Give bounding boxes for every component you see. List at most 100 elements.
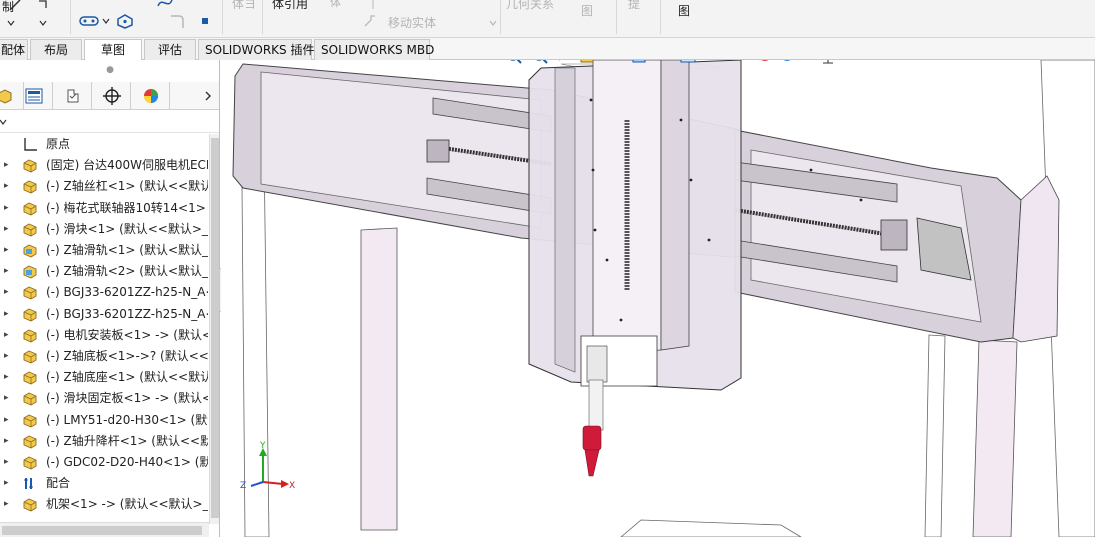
dropdown-icon[interactable]: [100, 12, 112, 30]
scrollbar-thumb[interactable]: [2, 526, 202, 535]
tree-item[interactable]: ▸ (-) GDC02-D20-H40<1> (默: [0, 452, 210, 473]
tree-filter-row[interactable]: [0, 111, 219, 133]
view-settings-icon[interactable]: [821, 60, 835, 64]
view-orientation-icon[interactable]: [632, 60, 646, 63]
tree-item-label: (-) Z轴底板<1>->? (默认<<默: [46, 349, 208, 363]
move-entities-label[interactable]: 移动实体: [388, 14, 436, 31]
tab-layout[interactable]: 布局: [30, 39, 82, 60]
expand-arrow-icon[interactable]: ▸: [4, 282, 14, 303]
tree-item-label: (固定) 台达400W伺服电机ECM: [46, 158, 208, 173]
tree-horizontal-scrollbar[interactable]: [0, 522, 209, 537]
dropdown-icon[interactable]: [4, 14, 18, 32]
dimxpert-tab[interactable]: [93, 82, 131, 109]
expand-arrow-icon[interactable]: ▸: [4, 494, 14, 515]
property-manager-tab[interactable]: [15, 82, 53, 109]
polygon-icon[interactable]: [116, 12, 134, 30]
tree-item[interactable]: ▸ (-) Z轴滑轨<1> (默认<默认_显: [0, 240, 210, 261]
graphics-area[interactable]: Y X Z: [221, 60, 1095, 537]
part-icon: [22, 285, 38, 300]
tab-solidworks-addins[interactable]: SOLIDWORKS 插件: [198, 39, 314, 60]
ribbon-label-1[interactable]: 体ヨ: [232, 0, 256, 12]
display-manager-tab[interactable]: [132, 82, 170, 109]
expand-arrow-icon[interactable]: ▸: [4, 325, 14, 346]
part-icon: [22, 455, 38, 470]
tree-item[interactable]: ▸ (-) LMY51-d20-H30<1> (默认: [0, 410, 210, 431]
tree-item[interactable]: ▸ (-) Z轴滑轨<2> (默认<默认_显: [0, 261, 210, 282]
scrollbar-thumb[interactable]: [211, 138, 219, 518]
tree-item[interactable]: ▸ (-) 滑块固定板<1> -> (默认<: [0, 388, 210, 409]
move-entities-icon[interactable]: [362, 12, 380, 30]
section-view-icon[interactable]: [580, 60, 594, 63]
zoom-to-fit-icon[interactable]: [508, 60, 522, 64]
expand-arrow-icon[interactable]: ▸: [4, 198, 14, 219]
tree-item-label: (-) Z轴升降杆<1> (默认<<默: [46, 433, 208, 448]
panel-expand-icon[interactable]: [196, 82, 219, 109]
frame-bottom: [620, 519, 802, 537]
configuration-manager-tab[interactable]: [54, 82, 92, 109]
fillet-icon[interactable]: [168, 12, 186, 30]
spline-icon[interactable]: [156, 0, 174, 12]
frame-leg-right: [972, 339, 1018, 537]
tree-item[interactable]: ▸ (-) BGJ33-6201ZZ-h25-N_A<: [0, 304, 210, 325]
tab-evaluate[interactable]: 评估: [144, 39, 196, 60]
tree-item[interactable]: ▸ (-) 电机安装板<1> -> (默认<: [0, 325, 210, 346]
tree-item[interactable]: ▸ (-) Z轴升降杆<1> (默认<<默: [0, 431, 210, 452]
expand-arrow-icon[interactable]: ▸: [4, 346, 14, 367]
expand-arrow-icon[interactable]: ▸: [4, 155, 14, 176]
expand-arrow-icon[interactable]: ▸: [4, 431, 14, 452]
expand-arrow-icon[interactable]: ▸: [4, 240, 14, 261]
tab-sketch[interactable]: 草图: [84, 39, 142, 60]
tree-item[interactable]: ▸ (-) 梅花式联轴器10转14<1>: [0, 198, 210, 219]
expand-arrow-icon[interactable]: ▸: [4, 176, 14, 197]
dropdown-icon[interactable]: [34, 14, 52, 32]
z-rail-plate: [660, 60, 690, 351]
expand-arrow-icon[interactable]: ▸: [4, 261, 14, 282]
point-icon[interactable]: [198, 12, 212, 30]
tree-item-label: (-) Z轴滑轨<2> (默认<默认_显: [46, 264, 208, 279]
ribbon-label-0[interactable]: 制: [2, 0, 14, 15]
ribbon-label-8[interactable]: 图: [678, 2, 690, 19]
frame-leg-left: [360, 227, 398, 531]
part-icon: [22, 222, 38, 237]
bearing-block-left: [426, 139, 450, 163]
tree-item[interactable]: 原点: [0, 134, 210, 155]
filter-dropdown-icon[interactable]: [0, 117, 8, 127]
expand-arrow-icon[interactable]: ▸: [4, 473, 14, 494]
mirror-icon[interactable]: [364, 0, 382, 12]
ribbon-label-7[interactable]: 提: [628, 0, 640, 12]
tree-item[interactable]: ▸ 配合: [0, 473, 210, 494]
tab-solidworks-mbd[interactable]: SOLIDWORKS MBD: [314, 39, 434, 60]
tree-vertical-scrollbar[interactable]: [209, 134, 219, 524]
bearing-block-right: [880, 219, 908, 251]
scene-icon[interactable]: [781, 60, 793, 61]
expand-arrow-icon[interactable]: ▸: [4, 367, 14, 388]
ribbon-label-2[interactable]: 体引用: [272, 0, 308, 12]
tree-item[interactable]: ▸ (固定) 台达400W伺服电机ECM: [0, 155, 210, 176]
appearance-icon[interactable]: [759, 60, 772, 61]
ribbon-label-6[interactable]: 图: [581, 2, 593, 19]
tree-item[interactable]: ▸ 机架<1> -> (默认<<默认>_显示: [0, 494, 210, 515]
arrow-icon[interactable]: [34, 0, 52, 14]
tab-assembly[interactable]: 配体: [0, 39, 28, 60]
expand-arrow-icon[interactable]: ▸: [4, 388, 14, 409]
panel-grip-icon[interactable]: ●: [0, 60, 219, 80]
zoom-area-icon[interactable]: [534, 60, 548, 64]
tree-item[interactable]: ▸ (-) 滑块<1> (默认<<默认>_显: [0, 219, 210, 240]
ribbon-label-3[interactable]: 体: [330, 0, 341, 10]
relations-label[interactable]: 几何关系: [506, 0, 554, 12]
expand-arrow-icon[interactable]: ▸: [4, 452, 14, 473]
part-icon: [22, 370, 38, 385]
dropdown-icon[interactable]: [488, 14, 498, 32]
tree-item[interactable]: ▸ (-) BGJ33-6201ZZ-h25-N_A<: [0, 282, 210, 303]
tree-item-label: (-) LMY51-d20-H30<1> (默认: [46, 412, 208, 427]
slot-icon[interactable]: [78, 12, 100, 30]
display-style-icon[interactable]: [680, 60, 696, 63]
tree-item[interactable]: ▸ (-) Z轴底座<1> (默认<<默认: [0, 367, 210, 388]
expand-arrow-icon[interactable]: ▸: [4, 219, 14, 240]
tree-item[interactable]: ▸ (-) Z轴底板<1>->? (默认<<默: [0, 346, 210, 367]
tree-item-label: (-) BGJ33-6201ZZ-h25-N_A<: [46, 306, 208, 321]
tree-item[interactable]: ▸ (-) Z轴丝杠<1> (默认<<默认: [0, 176, 210, 197]
assembly-model-view[interactable]: Y X Z: [221, 60, 1095, 537]
expand-arrow-icon[interactable]: ▸: [4, 304, 14, 325]
expand-arrow-icon[interactable]: ▸: [4, 410, 14, 431]
